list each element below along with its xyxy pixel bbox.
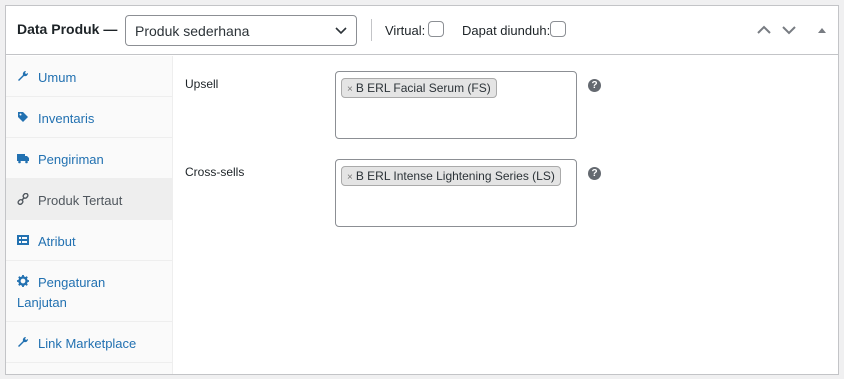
product-data-panel: Data Produk — Produk sederhana Virtual: … xyxy=(5,5,839,375)
panel-title: Data Produk — xyxy=(17,21,118,37)
chevron-up-icon[interactable] xyxy=(754,20,774,40)
wrench-icon xyxy=(18,70,29,81)
tab-label: Atribut xyxy=(38,234,76,249)
tab-label: Umum xyxy=(38,70,77,85)
header-divider xyxy=(371,19,372,41)
list-icon xyxy=(17,235,29,245)
wrench-icon xyxy=(18,336,29,347)
help-icon[interactable]: ? xyxy=(588,167,601,180)
tab-linked-products[interactable]: Produk Tertaut xyxy=(6,179,172,220)
tab-label-line1: Pengaturan xyxy=(38,275,106,290)
product-type-value: Produk sederhana xyxy=(135,23,250,39)
tab-label: Link Marketplace xyxy=(38,336,137,351)
product-data-tabs: Umum Inventaris Pengiriman Produk Tertau… xyxy=(6,56,173,374)
panel-header: Data Produk — Produk sederhana Virtual: … xyxy=(6,6,838,55)
tab-label: Pengiriman xyxy=(38,152,104,167)
virtual-checkbox[interactable] xyxy=(428,21,444,37)
crosssell-selected-item: × B ERL Intense Lightening Series (LS) xyxy=(341,166,561,186)
link-icon xyxy=(17,193,29,205)
tab-label-line2: Lanjutan xyxy=(17,295,67,310)
tab-link-marketplace[interactable]: Link Marketplace xyxy=(6,322,172,363)
tab-attributes[interactable]: Atribut xyxy=(6,220,172,261)
chip-label: B ERL Intense Lightening Series (LS) xyxy=(355,169,555,183)
tab-label: Inventaris xyxy=(38,111,95,126)
upsell-field[interactable]: × B ERL Facial Serum (FS) xyxy=(335,71,577,139)
upsell-selected-item: × B ERL Facial Serum (FS) xyxy=(341,78,497,98)
downloadable-label: Dapat diunduh: xyxy=(462,23,551,38)
truck-icon xyxy=(17,154,29,164)
upsell-label: Upsell xyxy=(185,77,219,91)
help-icon[interactable]: ? xyxy=(588,79,601,92)
chevron-down-icon[interactable] xyxy=(779,20,799,40)
tab-inventory[interactable]: Inventaris xyxy=(6,97,172,138)
chip-label: B ERL Facial Serum (FS) xyxy=(355,81,491,95)
tab-label: Produk Tertaut xyxy=(38,193,123,208)
collapse-toggle-icon[interactable] xyxy=(812,20,832,40)
tag-icon xyxy=(18,112,28,122)
remove-item-icon[interactable]: × xyxy=(347,172,353,183)
tab-advanced[interactable]: Pengaturan Lanjutan xyxy=(6,261,172,322)
downloadable-checkbox[interactable] xyxy=(550,21,566,37)
product-type-select[interactable]: Produk sederhana xyxy=(125,15,357,46)
gear-icon xyxy=(17,275,29,287)
remove-item-icon[interactable]: × xyxy=(347,84,353,95)
crosssell-label: Cross-sells xyxy=(185,165,245,179)
tab-general[interactable]: Umum xyxy=(6,56,172,97)
crosssell-field[interactable]: × B ERL Intense Lightening Series (LS) xyxy=(335,159,577,227)
chevron-down-icon xyxy=(335,27,347,35)
virtual-label: Virtual: xyxy=(385,23,426,38)
tab-shipping[interactable]: Pengiriman xyxy=(6,138,172,179)
